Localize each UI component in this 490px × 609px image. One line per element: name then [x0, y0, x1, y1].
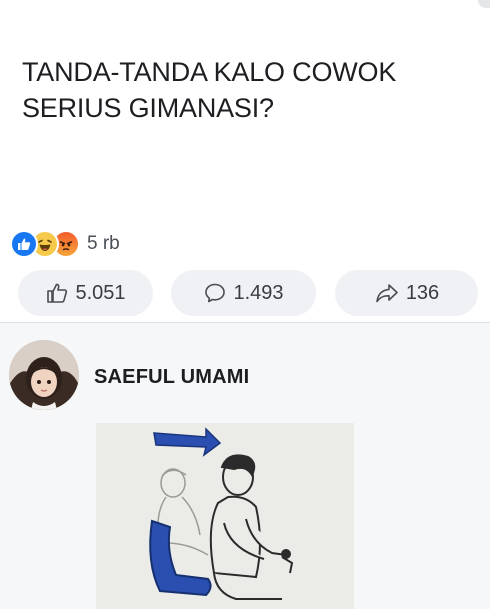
post-actions: 5.051 1.493 136 [18, 270, 478, 318]
avatar[interactable] [9, 340, 79, 410]
like-button[interactable]: 5.051 [18, 270, 153, 316]
comment-image[interactable] [96, 423, 354, 609]
comment: SAEFUL UMAMI [0, 323, 490, 609]
share-count: 136 [405, 281, 440, 304]
share-button[interactable]: 136 [335, 270, 478, 316]
reactions-summary[interactable]: 5 rb [10, 230, 120, 258]
post-card: TANDA-TANDA KALO COWOK SERIUS GIMANASI? … [0, 0, 490, 322]
like-reaction-icon [10, 230, 38, 258]
post-text: TANDA-TANDA KALO COWOK SERIUS GIMANASI? [22, 57, 397, 123]
comment-count: 1.493 [233, 281, 284, 304]
thumbs-up-icon [47, 283, 68, 303]
share-arrow-icon [376, 284, 398, 303]
comment-bubble-icon [205, 283, 226, 303]
comment-button[interactable]: 1.493 [171, 270, 316, 316]
like-count: 5.051 [75, 281, 126, 304]
reaction-count: 5 rb [87, 233, 120, 254]
comment-author[interactable]: SAEFUL UMAMI [94, 366, 249, 389]
